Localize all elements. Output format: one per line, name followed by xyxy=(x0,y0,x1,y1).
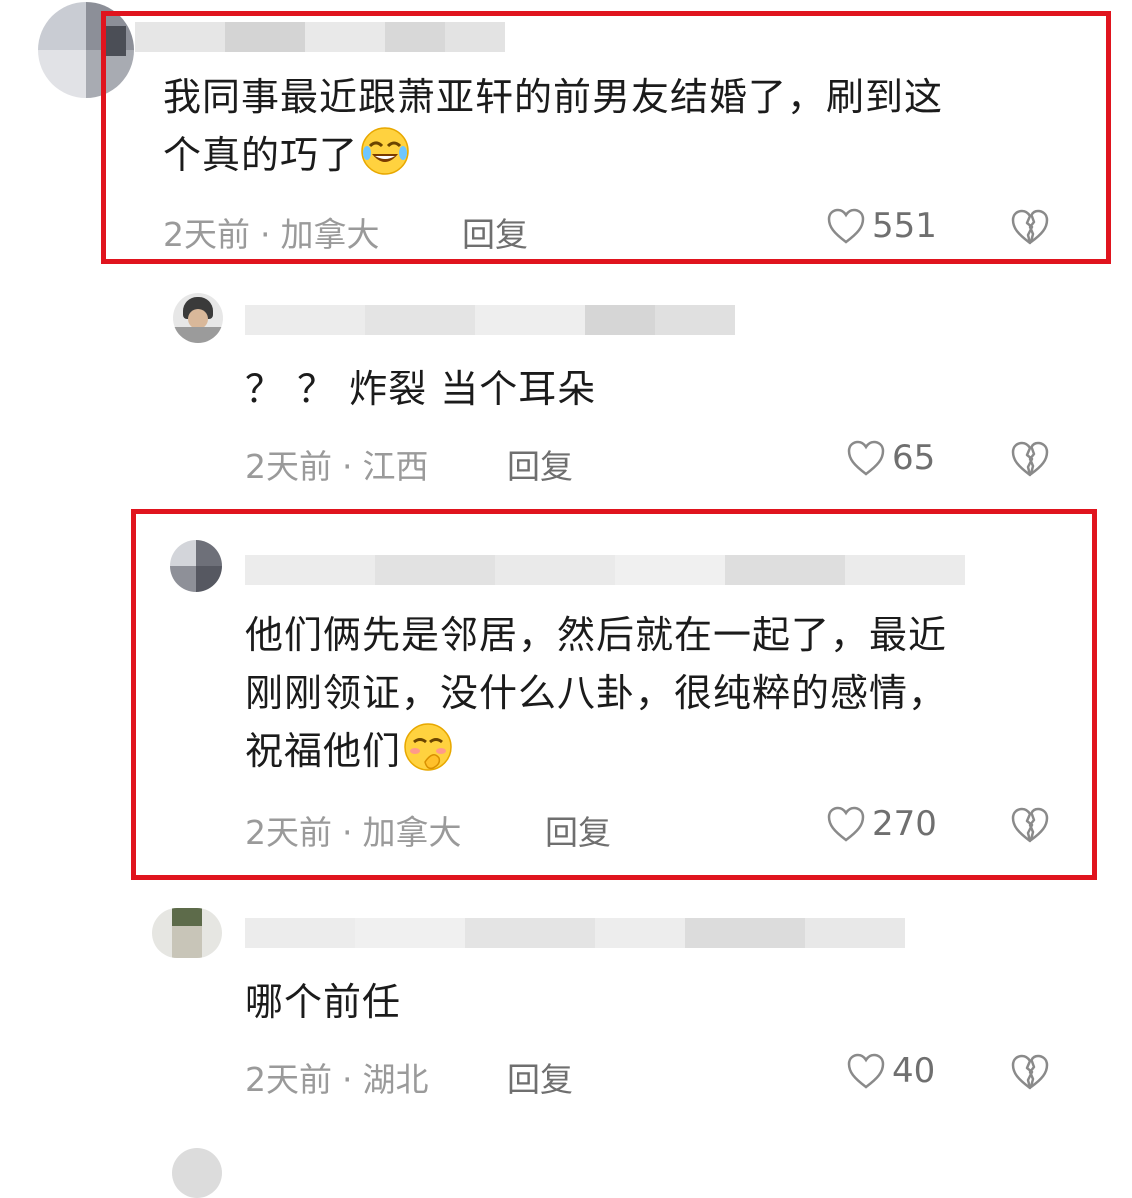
like-button[interactable]: 40 xyxy=(846,1051,935,1091)
location: 湖北 xyxy=(362,1060,429,1099)
broken-heart-icon[interactable] xyxy=(1010,208,1050,246)
heart-outline-icon xyxy=(847,1053,885,1089)
avatar[interactable] xyxy=(38,2,134,98)
timestamp: 2天前 xyxy=(245,447,332,486)
timestamp: 2天前 xyxy=(245,1060,332,1099)
broken-heart-icon[interactable] xyxy=(1010,1053,1050,1091)
reply-button[interactable]: 回复 xyxy=(462,208,528,256)
comment-text-line: 个真的巧了 xyxy=(163,133,359,177)
reply-button[interactable]: 回复 xyxy=(507,1053,573,1101)
comment-meta: 2天前 · 湖北 xyxy=(245,1060,429,1099)
comment-text: 哪个前任 xyxy=(245,973,401,1031)
like-button[interactable]: 270 xyxy=(826,804,937,844)
like-count: 551 xyxy=(872,206,937,246)
like-count: 40 xyxy=(892,1051,936,1091)
heart-outline-icon xyxy=(847,440,885,476)
avatar[interactable] xyxy=(152,908,222,958)
comment-meta: 2天前 · 加拿大 xyxy=(163,215,380,254)
comment-text-line: ？ ？ 炸裂 当个耳朵 xyxy=(245,367,597,411)
comment-text: ？ ？ 炸裂 当个耳朵 xyxy=(245,360,596,418)
location: 加拿大 xyxy=(362,813,462,852)
heart-outline-icon xyxy=(827,806,865,842)
reply-button[interactable]: 回复 xyxy=(507,440,573,488)
like-button[interactable]: 551 xyxy=(826,206,937,246)
comment-meta: 2天前 · 加拿大 xyxy=(245,813,462,852)
comment-text-line: 他们俩先是邻居，然后就在一起了，最近 xyxy=(245,613,948,657)
like-button[interactable]: 65 xyxy=(846,438,935,478)
timestamp: 2天前 xyxy=(245,813,332,852)
username-redacted[interactable] xyxy=(245,918,905,948)
comment-text-line: 刚刚领证，没什么八卦，很纯粹的感情， xyxy=(245,671,948,715)
comment-text: 他们俩先是邻居，然后就在一起了，最近 刚刚领证，没什么八卦，很纯粹的感情， 祝福… xyxy=(245,606,947,780)
comment-text-line: 祝福他们 xyxy=(245,729,402,773)
like-count: 65 xyxy=(892,438,936,478)
reply-button[interactable]: 回复 xyxy=(545,806,611,854)
crying-laughing-emoji xyxy=(361,127,409,175)
location: 加拿大 xyxy=(280,215,380,254)
avatar[interactable] xyxy=(173,293,223,343)
shy-smile-emoji xyxy=(404,723,452,771)
comment-meta: 2天前 · 江西 xyxy=(245,447,429,486)
timestamp: 2天前 xyxy=(163,215,250,254)
avatar[interactable] xyxy=(170,540,222,592)
heart-outline-icon xyxy=(827,208,865,244)
username-redacted[interactable] xyxy=(245,555,965,585)
broken-heart-icon[interactable] xyxy=(1010,806,1050,844)
comment-text-line: 我同事最近跟萧亚轩的前男友结婚了，刷到这 xyxy=(163,75,944,119)
comment-text-line: 哪个前任 xyxy=(245,980,402,1024)
username-redacted[interactable] xyxy=(245,305,735,335)
broken-heart-icon[interactable] xyxy=(1010,440,1050,478)
comment-text: 我同事最近跟萧亚轩的前男友结婚了，刷到这 个真的巧了 xyxy=(163,68,943,184)
like-count: 270 xyxy=(872,804,937,844)
location: 江西 xyxy=(362,447,429,486)
username-redacted[interactable] xyxy=(135,22,505,52)
